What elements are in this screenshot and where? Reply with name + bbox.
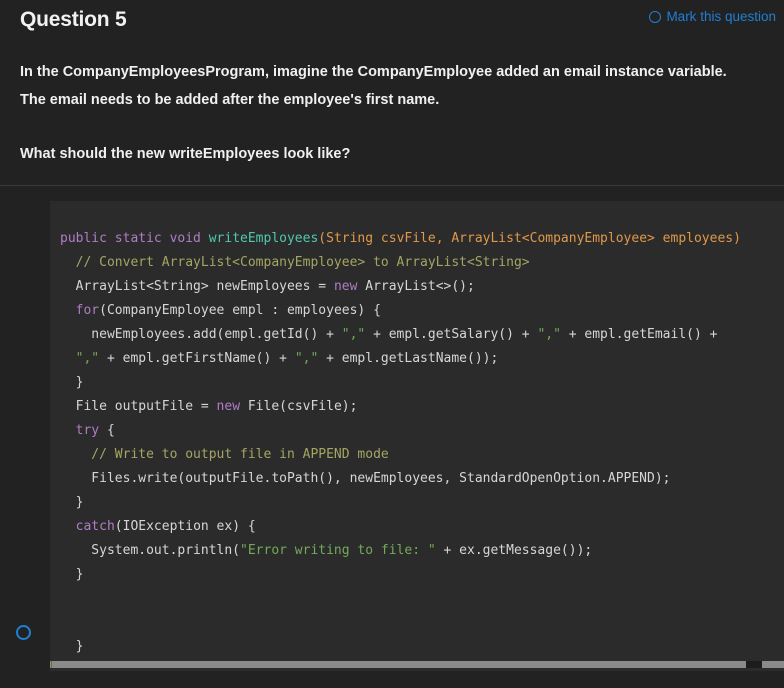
code-token: System.out.println( xyxy=(60,543,241,558)
code-footer-spacer xyxy=(0,671,784,688)
code-token: String csvFile, ArrayList<CompanyEmploye… xyxy=(326,231,741,246)
code-token: "Error writing to file: " xyxy=(240,543,436,558)
code-content: public static void writeEmployees(String… xyxy=(50,201,784,659)
code-token: + ex.getMessage()); xyxy=(435,543,593,558)
code-token: public static void xyxy=(60,231,209,246)
code-token: + empl.getEmail() + xyxy=(560,327,718,342)
code-token: "," xyxy=(537,327,561,342)
code-token: File outputFile = xyxy=(60,399,217,414)
code-token: "," xyxy=(75,351,100,366)
scrollbar-thumb[interactable] xyxy=(50,661,746,668)
circle-outline-icon xyxy=(649,10,662,23)
code-token: } xyxy=(60,639,84,654)
code-token: } xyxy=(60,567,84,582)
code-token: newEmployees.add(empl.getId() + xyxy=(60,327,342,342)
code-token: (CompanyEmployee empl : employees) { xyxy=(99,303,381,318)
code-token: { xyxy=(99,423,115,438)
code-token: catch xyxy=(75,519,115,534)
code-token: // Write to output file in APPEND mode xyxy=(60,447,389,462)
answer-option[interactable]: public static void writeEmployees(String… xyxy=(0,186,784,688)
question-prompt: What should the new writeEmployees look … xyxy=(20,146,351,162)
code-token: ( xyxy=(318,231,327,246)
code-token: new xyxy=(333,279,358,294)
code-token: } xyxy=(60,495,84,510)
code-token: "," xyxy=(341,327,366,342)
code-token: } xyxy=(60,375,84,390)
scrollbar-thumb-end[interactable] xyxy=(762,661,784,668)
question-header: Question 5 Mark this question xyxy=(0,0,784,46)
code-token: + empl.getFirstName() + xyxy=(99,351,295,366)
code-token: + empl.getLastName()); xyxy=(318,351,499,366)
code-token: File(csvFile); xyxy=(240,399,358,414)
code-token: new xyxy=(216,399,241,414)
question-paragraph: In the CompanyEmployeesProgram, imagine … xyxy=(20,64,727,108)
mark-this-question-label: Mark this question xyxy=(666,9,776,24)
mark-this-question-button[interactable]: Mark this question xyxy=(649,9,776,24)
code-horizontal-scrollbar[interactable] xyxy=(50,658,784,671)
code-token: "," xyxy=(294,351,319,366)
radio-unselected-icon[interactable] xyxy=(16,625,31,640)
quiz-question-page: Question 5 Mark this question In the Com… xyxy=(0,0,784,688)
code-token: // Convert ArrayList<CompanyEmployee> to… xyxy=(60,255,530,270)
code-token: writeEmployees xyxy=(208,231,319,246)
code-token: ArrayList<String> newEmployees = xyxy=(60,279,334,294)
code-block: public static void writeEmployees(String… xyxy=(50,201,784,673)
scrollbar-tick xyxy=(51,661,52,668)
code-token: for xyxy=(75,303,100,318)
question-body: In the CompanyEmployeesProgram, imagine … xyxy=(0,46,784,168)
page-title: Question 5 xyxy=(20,8,127,31)
code-token: try xyxy=(75,423,100,438)
code-token: + empl.getSalary() + xyxy=(365,327,538,342)
code-token: ArrayList<>(); xyxy=(357,279,475,294)
code-token: (IOException ex) { xyxy=(114,519,256,534)
code-token: Files.write(outputFile.toPath(), newEmpl… xyxy=(60,471,671,486)
